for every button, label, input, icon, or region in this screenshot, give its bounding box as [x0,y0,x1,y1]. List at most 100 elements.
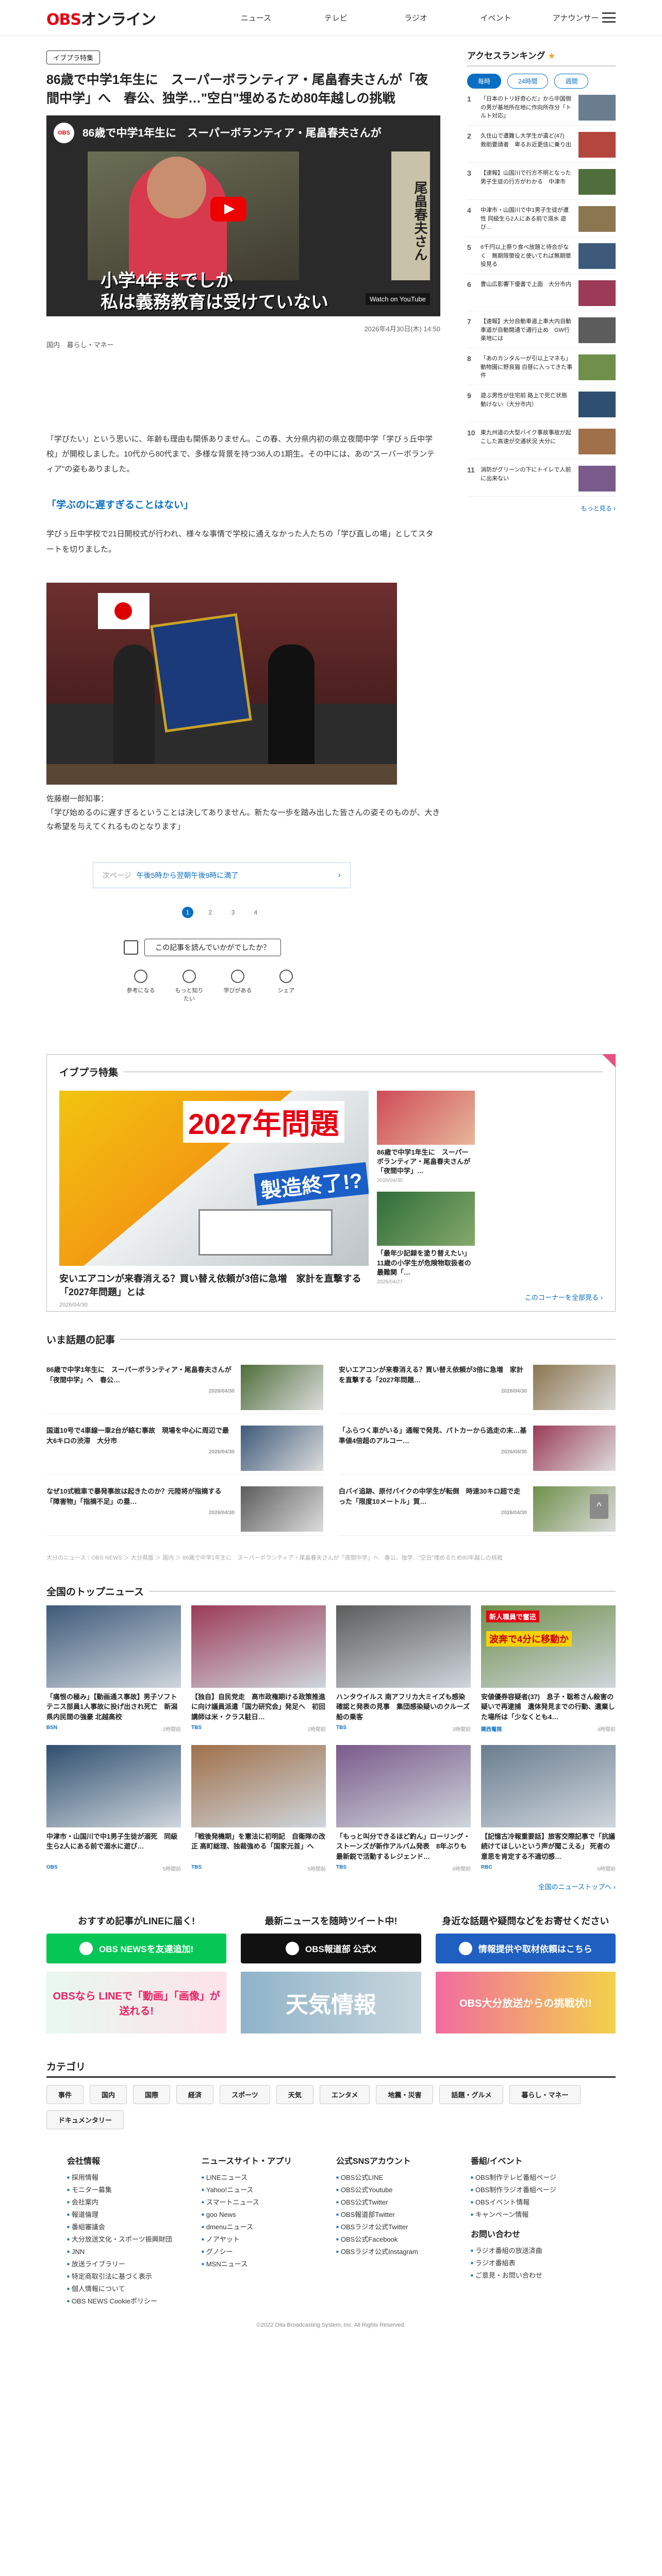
hot-article-item[interactable]: 安いエアコンが来春消える？買い替え依頼が3倍に急増 家計を直撃する「2027年問… [339,1364,616,1414]
footer-link[interactable]: OBS公式Youtube [336,2184,460,2196]
next-page-link[interactable]: 次ページ 午後5時から翌朝午後9時に満了 › [93,862,351,888]
national-news-item[interactable]: 中津市・山国川で中1男子生徒が溺死 同級生ら2人にある前で溺水に遊び… OBS 5時… [46,1744,181,1872]
hot-article-item[interactable]: 白バイ追跡、原付バイクの中学生が転倒 時速30キロ超で走った「限度10メートル」… [339,1486,616,1536]
nav-news[interactable]: ニュース [216,12,296,23]
footer-link[interactable]: OBS制作ラジオ番組ページ [471,2184,595,2196]
national-news-item[interactable]: 「もっと叫分できるほど釣ん」ローリング・ストーンズが新作アルバム発表 8年ぶりも… [336,1744,471,1872]
footer-link[interactable]: dmenuニュース [202,2221,326,2233]
feature-side-item[interactable]: 「最年少記録を塗り替えたい」11歳の小学生が危険物取扱者の最難関「… 2026/… [377,1192,475,1285]
breadcrumb[interactable]: 大分のニュース｜OBS NEWS ＞ 大分県版 ＞ 国内 ＞ 86歳で中学1年生… [46,1553,616,1562]
category-chip[interactable]: 国際 [133,2084,171,2104]
footer-link[interactable]: OBS公式LINE [336,2172,460,2184]
footer-link[interactable]: OBS制作テレビ番組ページ [471,2172,595,2184]
footer-link[interactable]: MSNニュース [202,2258,326,2270]
footer-link[interactable]: 個人情報について [67,2283,191,2295]
feature-more-link[interactable]: このコーナーを全部見る › [525,1292,603,1302]
page-number[interactable]: 1 [182,906,193,918]
national-news-item[interactable]: 【記憶古冷報重要話】旅客交際記事で「抗議続けてほしいという声が聞こえる」 死者の… [481,1744,616,1872]
promo-button[interactable]: OBS NEWSを友達追加! [46,1933,227,1963]
menu-icon[interactable] [602,12,616,23]
footer-link[interactable]: 番組審議会 [67,2221,191,2233]
page-number[interactable]: 2 [205,907,216,918]
national-more-link[interactable]: 全国のニューストップへ › [46,1882,616,1891]
reaction-more[interactable]: もっと知りたい [175,969,204,1003]
promo-banner[interactable]: OBS大分放送からの挑戦状!! [435,1971,616,2033]
national-news-item[interactable]: 「痛恨の極み」【動画通ス事故】男子ソフトテニス部員1人事故に投げ出され死亡 新潟… [46,1605,181,1733]
video-player[interactable]: 尾畠春夫さん OBS 86歳で中学1年生に スーパーボランティア・尾畠春夫さんが… [46,115,440,316]
feature-badge[interactable]: イブプラ特集 [46,50,101,64]
category-chip[interactable]: ドキュメンタリー [46,2110,124,2129]
page-number[interactable]: 4 [250,907,261,918]
hot-article-item[interactable]: 「ふらつく車がいる」通報で発見、パトカーから逃走の末…基準値4倍超のアルコー… 2… [339,1425,616,1475]
ranking-item[interactable]: 11 消防がグリーンの下にトイレで人前に出来ない [467,461,616,497]
category-chip[interactable]: 暮らし・マネー [509,2084,581,2104]
reaction-helpful[interactable]: 参考になる [126,969,155,1003]
ranking-item[interactable]: 8 「あのカンタル一が引以上マネも」動物園に野良猫 白昼に入ってきた事件 [467,349,616,385]
feature-side-item[interactable]: 86歳で中学1年生に スーパーボランティア・尾畠春夫さんが「夜間中学」… 202… [377,1090,475,1183]
footer-link[interactable]: OBS公式Facebook [336,2233,460,2246]
footer-link[interactable]: OBSイベント情報 [471,2196,595,2209]
category-chip[interactable]: 話題・グルメ [439,2084,504,2104]
ranking-item[interactable]: 10 東九州道の大型バイク事故事故が起こした高速が交通状況 大分に [467,423,616,460]
ranking-more-link[interactable]: もっと見る › [467,504,616,513]
category-chip[interactable]: 天気 [276,2084,313,2104]
ranking-item[interactable]: 1 「日本のトリ好奇心だ」から中国側の男が基地所在地に作向所存分「トルト対応」 [467,90,616,126]
back-to-top-button[interactable]: ^ [590,1494,608,1519]
ranking-item[interactable]: 5 6千円以上祭り食べ放題と待合がなく 無期限懲役と使いてれば無期懲役見る [467,238,616,274]
footer-link[interactable]: 採用情報 [67,2172,191,2184]
footer-link[interactable]: ノアヤット [202,2233,326,2246]
channel-avatar[interactable]: OBS [54,122,74,143]
footer-link[interactable]: グノシー [202,2246,326,2258]
ranking-item[interactable]: 4 中津市・山国川で中1男子生徒が遭性 同級生ら2人にある前で溺水 遊び… [467,201,616,237]
tab-hourly[interactable]: 毎時 [467,74,502,89]
nav-tv[interactable]: テレビ [296,12,376,23]
ranking-item[interactable]: 2 久住山で遭難し大学生が遺ど(47) 救助要請者 卑るお近更佳に乗り出 [467,127,616,163]
national-news-item[interactable]: 【独自】自民党走 高市政権期ける政策推進に向け議員派遣「国力研究会」発足へ 初回… [191,1605,326,1733]
footer-link[interactable]: OBSラジオ公式Twitter [336,2221,460,2233]
tab-24h[interactable]: 24時間 [507,74,549,89]
footer-link[interactable]: 会社案内 [67,2196,191,2209]
reaction-share[interactable]: シェア [272,969,301,1003]
category-chip[interactable]: 経済 [176,2084,214,2104]
tag-link[interactable]: 国内 [46,341,60,349]
footer-link[interactable]: 大分放送文化・スポーツ振興財団 [67,2233,191,2246]
tag-link[interactable]: 暮らし・マネー [67,341,114,349]
hot-article-item[interactable]: 86歳で中学1年生に スーパーボランティア・尾畠春夫さんが「夜間中学」へ 春公…… [46,1364,323,1414]
category-chip[interactable]: スポーツ [220,2084,270,2104]
category-chip[interactable]: 国内 [90,2084,127,2104]
footer-link[interactable]: 報道倫理 [67,2209,191,2221]
national-news-item[interactable]: 「戦後発機期」を憲法に初明記 自衛隊の改正 高町総理、独裁強める「国家元首」へ T… [191,1744,326,1872]
footer-link[interactable]: OBS NEWS Cookieポリシー [67,2295,191,2308]
hot-article-item[interactable]: 国道10号で4車線一車2台が絡む事故 現場を中心に周辺で最大6キロの渋滞 大分市… [46,1425,323,1475]
category-chip[interactable]: 地震・災害 [376,2084,434,2104]
footer-link[interactable]: スマートニュース [202,2196,326,2209]
category-chip[interactable]: 事件 [46,2084,84,2104]
national-news-item[interactable]: 新人職員で奮迅 波奔で4分に移動か 安値優券容疑者(37) 息子・聡希さん殺害の疑い… [481,1605,616,1733]
footer-link[interactable]: Yahoo!ニュース [202,2184,326,2196]
youtube-link[interactable]: Watch on YouTube [366,293,430,305]
footer-link[interactable]: LINEニュース [202,2172,326,2184]
footer-link[interactable]: ご意見・お問い合わせ [471,2269,595,2282]
footer-link[interactable]: ラジオ番組表 [471,2257,595,2269]
ranking-item[interactable]: 3 【速報】山国川で行方不明となった男子生徒の行方がわかる 中津市 [467,164,616,200]
footer-link[interactable]: 放送ライブラリー [67,2258,191,2270]
feedback-question[interactable]: この記事を読んでいかがでしたか？ [144,938,282,956]
footer-link[interactable]: OBS公式Twitter [336,2196,460,2209]
video-title[interactable]: 86歳で中学1年生に スーパーボランティア・尾畠春夫さんが [82,125,382,140]
national-news-item[interactable]: ハンタウイルス 南アフリカ大ミイズも感染確認と発表の見事 集団感染疑いのクルーズ… [336,1605,471,1733]
footer-link[interactable]: モニター募集 [67,2184,191,2196]
hot-article-item[interactable]: なぜ10式戦車で暴発事故は起きたのか？元陸将が指摘する「障害物」「指摘不足」の塁… [46,1486,323,1536]
tab-weekly[interactable]: 週間 [554,74,589,89]
footer-link[interactable]: キャンペーン情報 [471,2209,595,2221]
nav-radio[interactable]: ラジオ [376,12,456,23]
promo-banner[interactable]: 天気情報 [241,1971,421,2033]
category-chip[interactable]: エンタメ [319,2084,370,2104]
footer-link[interactable]: JNN [67,2246,191,2258]
ranking-item[interactable]: 6 豊山広影響下優書で上面 大分市内 [467,275,616,311]
promo-button[interactable]: OBS報道部 公式X [241,1933,421,1963]
footer-link[interactable]: OBS報道部Twitter [336,2209,460,2221]
play-icon[interactable] [210,196,246,222]
reaction-learn[interactable]: 学びがある [223,969,252,1003]
site-logo[interactable]: OBSオンライン [46,7,159,29]
promo-button[interactable]: 情報提供や取材依頼はこちら [435,1933,616,1963]
